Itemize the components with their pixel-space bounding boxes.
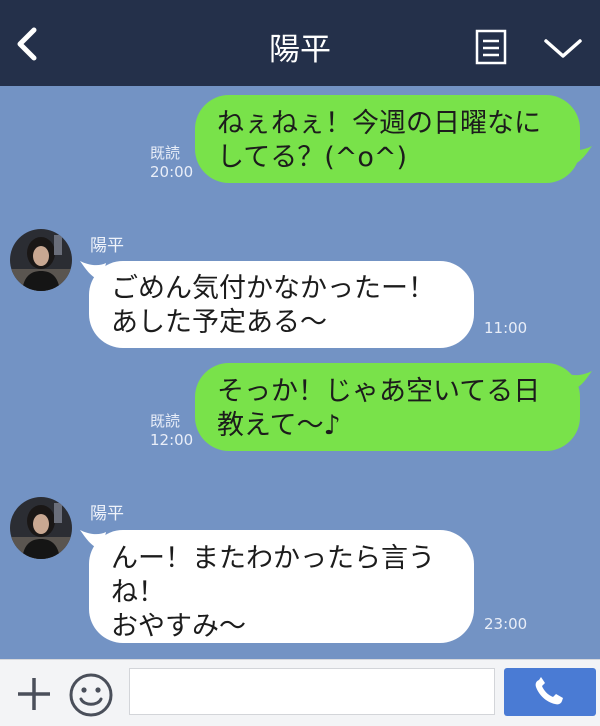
message-time: 23:00 bbox=[484, 615, 528, 633]
message-list[interactable]: ねぇねぇ！今週の日曜なにしてる？(^o^) 既読 20:00 陽平 ごめん気付か… bbox=[0, 86, 600, 659]
more-options-button[interactable] bbox=[543, 36, 583, 62]
plus-icon bbox=[18, 678, 50, 710]
message-time: 11:00 bbox=[484, 319, 528, 337]
plus-button[interactable] bbox=[15, 676, 53, 712]
read-receipt: 既読 bbox=[150, 412, 181, 430]
input-bar bbox=[0, 659, 600, 726]
avatar[interactable] bbox=[10, 229, 72, 291]
message-bubble-incoming[interactable]: ごめん気付かなかったー！ あした予定ある〜 bbox=[89, 261, 474, 348]
chat-header: 陽平 bbox=[0, 0, 600, 86]
avatar[interactable] bbox=[10, 497, 72, 559]
avatar-photo bbox=[10, 497, 72, 559]
sender-name: 陽平 bbox=[90, 236, 124, 256]
phone-icon bbox=[535, 677, 563, 705]
smile-icon bbox=[69, 673, 113, 717]
message-bubble-incoming[interactable]: んー！またわかったら言うね！ おやすみ〜 bbox=[89, 530, 474, 643]
message-input[interactable] bbox=[129, 668, 495, 715]
read-receipt: 既読 bbox=[150, 144, 181, 162]
notes-icon bbox=[475, 29, 507, 65]
notes-button[interactable] bbox=[475, 29, 507, 65]
chevron-down-icon bbox=[544, 39, 582, 58]
sender-name: 陽平 bbox=[90, 504, 124, 524]
chat-title: 陽平 bbox=[269, 32, 331, 68]
message-bubble-outgoing[interactable]: ねぇねぇ！今週の日曜なにしてる？(^o^) bbox=[195, 95, 580, 183]
emoji-button[interactable] bbox=[68, 672, 114, 718]
avatar-photo bbox=[10, 229, 72, 291]
message-bubble-outgoing[interactable]: そっか！じゃあ空いてる日教えて〜♪ bbox=[195, 363, 580, 451]
message-time: 20:00 bbox=[150, 163, 194, 181]
message-time: 12:00 bbox=[150, 431, 194, 449]
call-button[interactable] bbox=[504, 668, 596, 716]
